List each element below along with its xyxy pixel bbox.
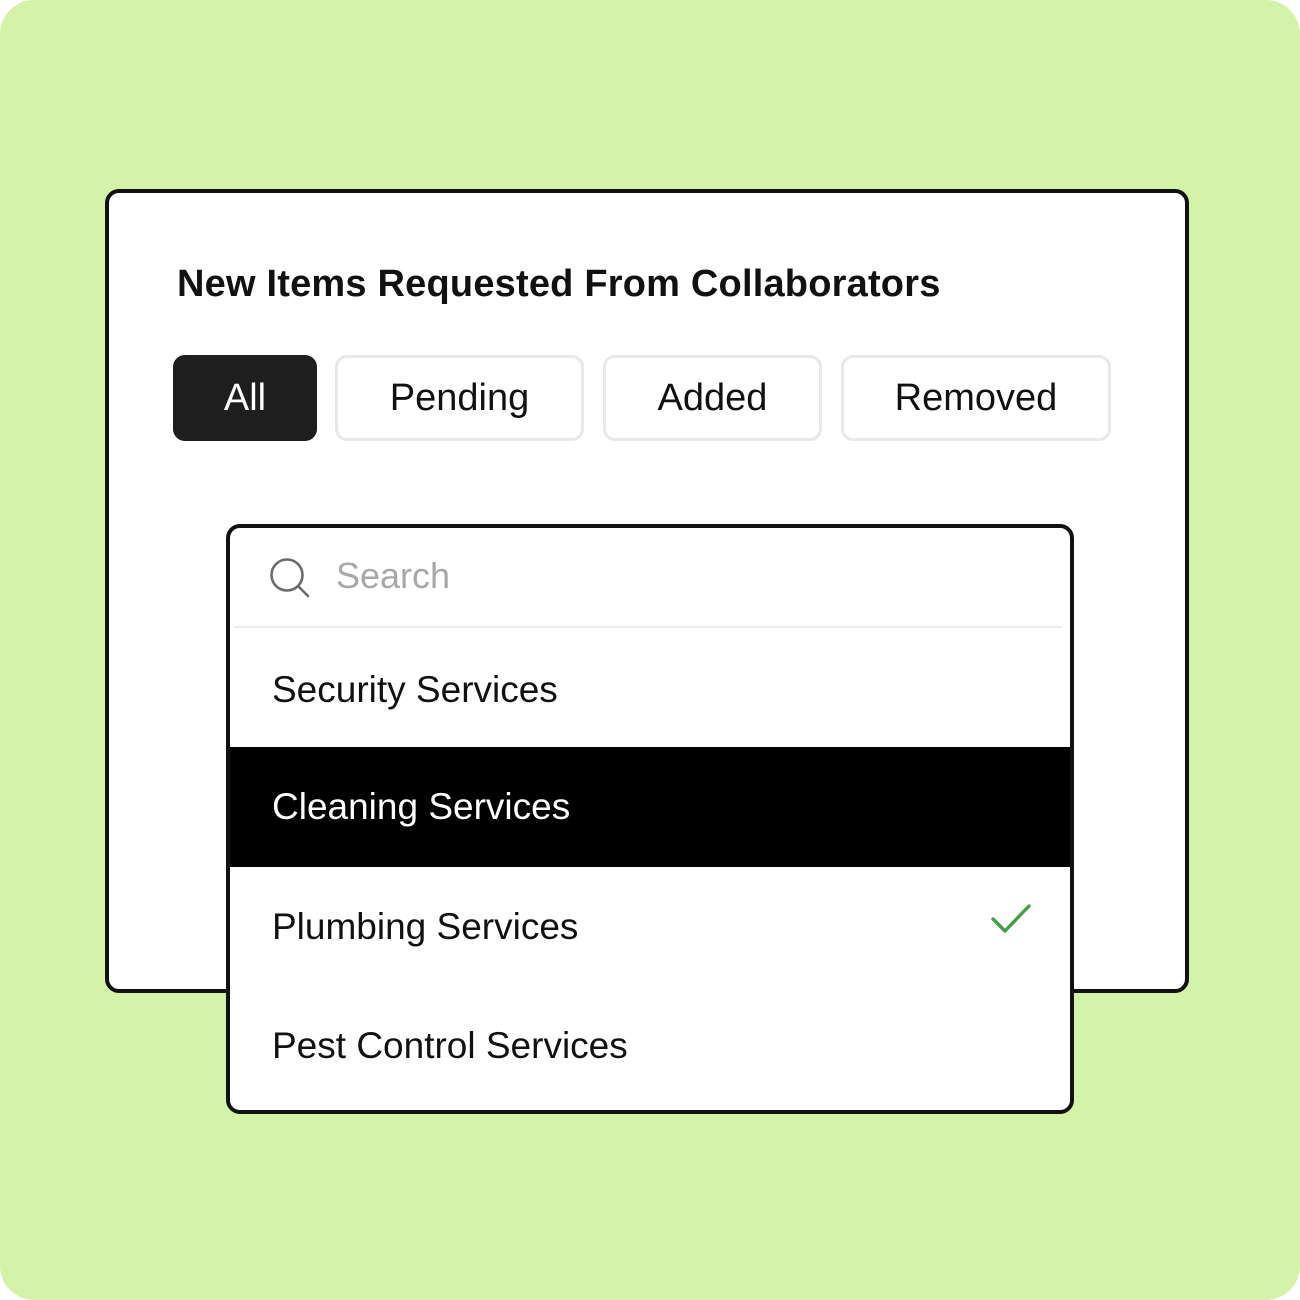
services-dropdown: Security Services Cleaning Services Plum… [226, 524, 1074, 1114]
option-label: Security Services [272, 669, 558, 710]
option-security-services[interactable]: Security Services [230, 630, 1070, 750]
page-background: New Items Requested From Collaborators A… [0, 0, 1300, 1300]
tab-all[interactable]: All [173, 355, 317, 441]
search-input[interactable] [336, 548, 1016, 604]
search-divider [234, 626, 1062, 628]
panel-title: New Items Requested From Collaborators [177, 263, 941, 305]
search-icon [270, 558, 310, 598]
tab-pending[interactable]: Pending [335, 355, 584, 441]
option-label: Pest Control Services [272, 1025, 628, 1066]
tab-added[interactable]: Added [603, 355, 822, 441]
option-plumbing-services[interactable]: Plumbing Services [230, 867, 1070, 987]
option-pest-control-services[interactable]: Pest Control Services [230, 986, 1070, 1106]
option-label: Plumbing Services [272, 906, 579, 947]
tab-removed[interactable]: Removed [841, 355, 1111, 441]
check-icon [991, 904, 1031, 933]
option-label: Cleaning Services [272, 786, 571, 827]
option-cleaning-services[interactable]: Cleaning Services [230, 747, 1070, 867]
search-row [230, 528, 1070, 626]
